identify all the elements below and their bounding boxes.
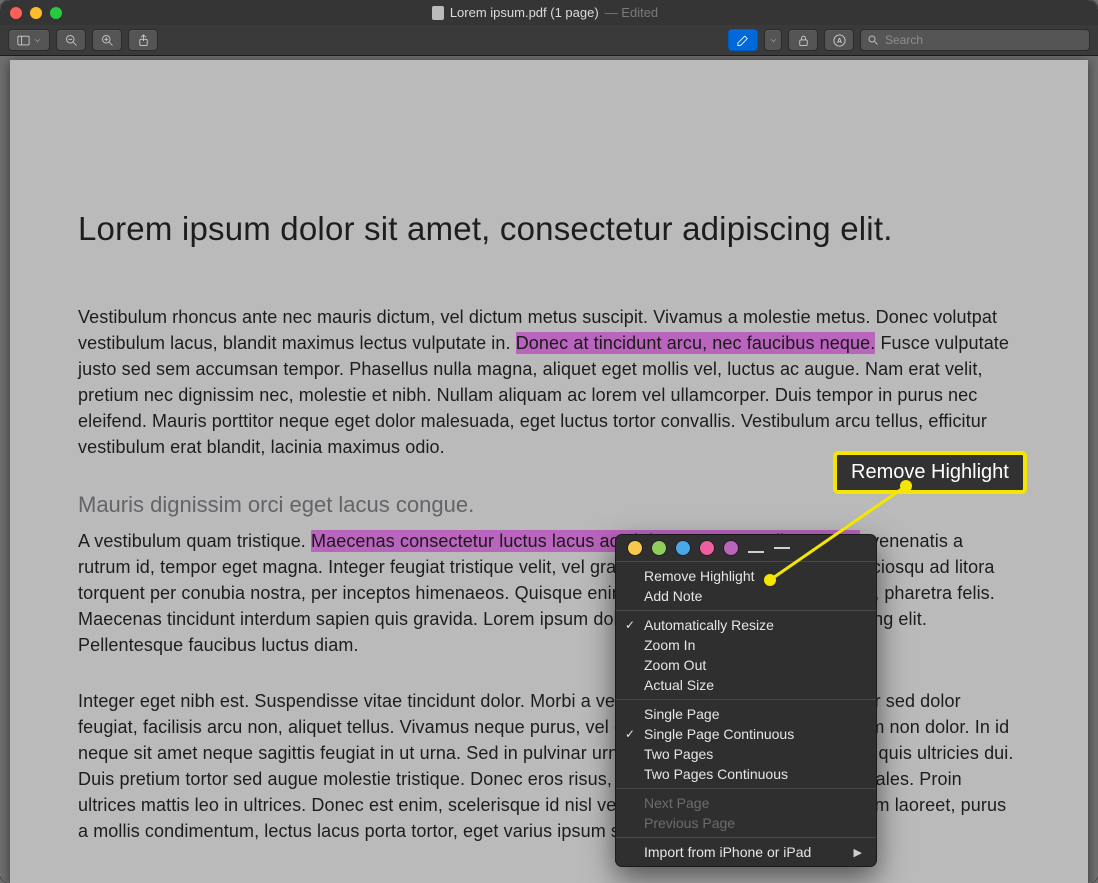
menu-label: Automatically Resize: [644, 617, 774, 633]
rotate-button[interactable]: [788, 29, 818, 51]
zoom-in-icon: [100, 33, 115, 48]
zoom-out-button[interactable]: [56, 29, 86, 51]
underline-style[interactable]: [748, 543, 764, 553]
paragraph-1: Vestibulum rhoncus ante nec mauris dictu…: [78, 304, 1020, 460]
menu-label: Previous Page: [644, 815, 735, 831]
menu-next-page: Next Page: [616, 793, 876, 813]
p2-text-a: A vestibulum quam tristique.: [78, 531, 311, 551]
markup-toggle-button[interactable]: [728, 29, 758, 51]
menu-label: Zoom Out: [644, 657, 706, 673]
sidebar-icon: [16, 33, 31, 48]
menu-two-pages-continuous[interactable]: Two Pages Continuous: [616, 764, 876, 784]
menu-label: Two Pages: [644, 746, 713, 762]
annotate-text-button[interactable]: A: [824, 29, 854, 51]
search-field-wrap[interactable]: [860, 29, 1090, 51]
context-menu: Remove Highlight Add Note ✓ Automatically…: [615, 534, 877, 867]
paragraph-2: A vestibulum quam tristique. Maecenas co…: [78, 528, 1020, 658]
menu-label: Next Page: [644, 795, 709, 811]
menu-remove-highlight[interactable]: Remove Highlight: [616, 566, 876, 586]
menu-zoom-out[interactable]: Zoom Out: [616, 655, 876, 675]
window-traffic-lights: [10, 7, 62, 19]
close-button[interactable]: [10, 7, 22, 19]
search-input[interactable]: [885, 33, 1083, 47]
window-title: Lorem ipsum.pdf (1 page) — Edited: [62, 5, 1028, 20]
menu-add-note[interactable]: Add Note: [616, 586, 876, 606]
menu-label: Two Pages Continuous: [644, 766, 788, 782]
menu-import-from-device[interactable]: Import from iPhone or iPad ▶: [616, 842, 876, 862]
highlight-color-pink[interactable]: [700, 541, 714, 555]
menu-actual-size[interactable]: Actual Size: [616, 675, 876, 695]
menu-label: Import from iPhone or iPad: [644, 844, 811, 860]
highlight-color-blue[interactable]: [676, 541, 690, 555]
share-button[interactable]: [128, 29, 158, 51]
document-icon: [432, 6, 444, 20]
callout-label: Remove Highlight: [851, 461, 1009, 483]
page-subheading: Mauris dignissim orci eget lacus congue.: [78, 492, 1020, 518]
highlight-color-green[interactable]: [652, 541, 666, 555]
menu-label: Zoom In: [644, 637, 695, 653]
menu-label: Single Page Continuous: [644, 726, 794, 742]
search-icon: [867, 34, 879, 46]
markup-pen-icon: [736, 33, 751, 48]
highlight-color-purple[interactable]: [724, 541, 738, 555]
menu-auto-resize[interactable]: ✓ Automatically Resize: [616, 615, 876, 635]
maximize-button[interactable]: [50, 7, 62, 19]
menu-label: Actual Size: [644, 677, 714, 693]
chevron-down-icon: [769, 36, 778, 45]
toolbar: A: [0, 25, 1098, 56]
lock-icon: [796, 33, 811, 48]
paragraph-3: Integer eget nibh est. Suspendisse vitae…: [78, 688, 1020, 844]
share-icon: [136, 33, 151, 48]
sidebar-toggle-button[interactable]: [8, 29, 50, 51]
menu-two-pages[interactable]: Two Pages: [616, 744, 876, 764]
highlight-color-row: [616, 535, 876, 562]
menu-label: Add Note: [644, 588, 702, 604]
menu-single-page-continuous[interactable]: ✓ Single Page Continuous: [616, 724, 876, 744]
text-style-icon: A: [832, 33, 847, 48]
preview-window: Lorem ipsum.pdf (1 page) — Edited: [0, 0, 1098, 883]
menu-prev-page: Previous Page: [616, 813, 876, 833]
check-icon: ✓: [625, 618, 635, 632]
annotation-callout: Remove Highlight: [833, 451, 1027, 494]
submenu-arrow-icon: ▶: [854, 846, 862, 859]
title-filename: Lorem ipsum.pdf (1 page): [450, 5, 599, 20]
title-edited-suffix: — Edited: [605, 5, 658, 20]
check-icon: ✓: [625, 727, 635, 741]
zoom-out-icon: [64, 33, 79, 48]
minimize-button[interactable]: [30, 7, 42, 19]
titlebar: Lorem ipsum.pdf (1 page) — Edited: [0, 0, 1098, 25]
zoom-in-button[interactable]: [92, 29, 122, 51]
highlight-color-yellow[interactable]: [628, 541, 642, 555]
strikethrough-style[interactable]: [774, 547, 790, 549]
menu-label: Single Page: [644, 706, 720, 722]
highlight-1[interactable]: Donec at tincidunt arcu, nec faucibus ne…: [516, 332, 876, 354]
page-heading: Lorem ipsum dolor sit amet, consectetur …: [78, 210, 1020, 248]
svg-text:A: A: [837, 38, 842, 45]
menu-label: Remove Highlight: [644, 568, 755, 584]
menu-zoom-in[interactable]: Zoom In: [616, 635, 876, 655]
markup-dropdown[interactable]: [764, 29, 782, 51]
menu-single-page[interactable]: Single Page: [616, 704, 876, 724]
chevron-down-icon: [33, 36, 42, 45]
